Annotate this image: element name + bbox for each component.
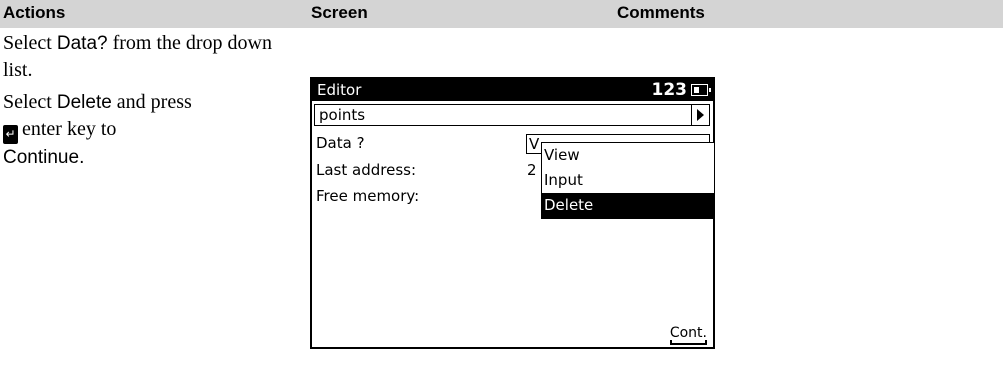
softkey-bracket <box>669 340 708 345</box>
dropdown-option-view[interactable]: View <box>542 143 714 168</box>
step1-term: Data? <box>56 33 108 54</box>
header-screen: Screen <box>311 3 368 22</box>
last-address-value: 2 <box>527 161 537 179</box>
device-title-bar: Editor 123 <box>312 79 713 101</box>
device-title: Editor <box>317 81 362 99</box>
step2-prefix: Select <box>3 91 57 113</box>
job-select-value: points <box>319 106 366 124</box>
battery-icon <box>691 84 711 96</box>
data-label: Data ? <box>316 134 365 152</box>
arrow-right-icon[interactable] <box>691 105 709 125</box>
step2-continue: Continue <box>3 147 80 168</box>
continue-softkey-label: Cont. <box>669 325 707 341</box>
data-field-value: V <box>529 135 540 153</box>
free-memory-label: Free memory: <box>316 187 420 205</box>
step2-end: . <box>79 147 85 168</box>
continue-softkey[interactable]: Cont. <box>669 325 708 345</box>
actions-column: Select Data? from the drop down list. Se… <box>3 30 303 177</box>
last-address-label: Last address: <box>316 161 416 179</box>
action-step-2: Select Delete and press ↵ enter key to Co… <box>3 89 303 171</box>
step2-term: Delete <box>56 92 112 113</box>
data-dropdown-list[interactable]: View Input Delete <box>541 142 715 219</box>
dropdown-option-delete[interactable]: Delete <box>542 193 714 218</box>
step1-prefix: Select <box>3 32 57 54</box>
job-select[interactable]: points <box>314 104 710 126</box>
step2-suffix: enter key to <box>22 118 117 140</box>
device-status: 123 <box>651 80 688 100</box>
table-header: Actions Screen Comments <box>0 0 1003 28</box>
header-comments: Comments <box>617 3 705 22</box>
step2-mid: and press <box>111 91 192 113</box>
enter-key-icon: ↵ <box>3 125 18 144</box>
header-actions: Actions <box>3 3 66 22</box>
dropdown-option-input[interactable]: Input <box>542 168 714 193</box>
device-screen: Editor 123 points Data ? Last address: F… <box>310 77 715 349</box>
action-step-1: Select Data? from the drop down list. <box>3 30 303 83</box>
